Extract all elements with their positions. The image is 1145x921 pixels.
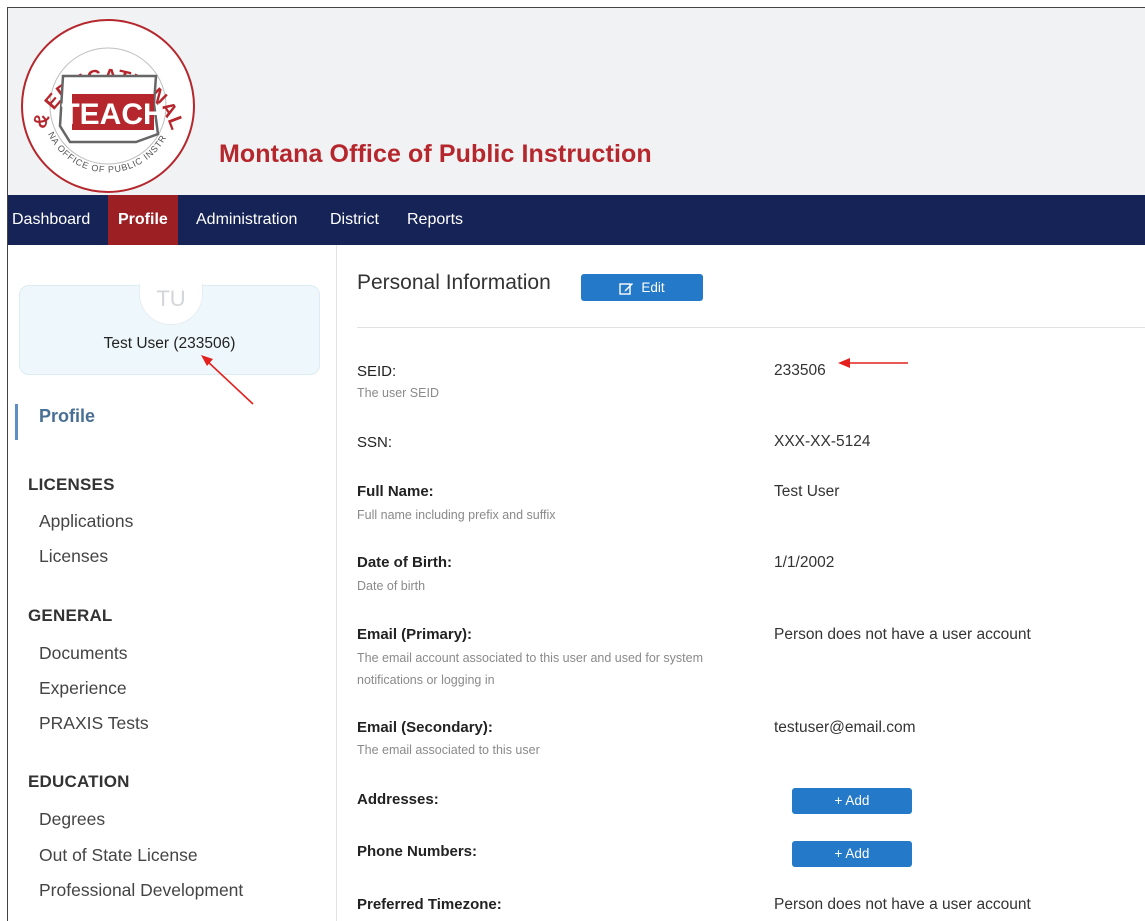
- dob-help: Date of birth: [357, 579, 426, 593]
- main-content: Personal Information Edit SEID: The user…: [337, 245, 1145, 921]
- nav-district[interactable]: District: [330, 195, 379, 245]
- seid-label: SEID:: [357, 363, 397, 380]
- sidebar-item-professional-development[interactable]: Professional Development: [39, 880, 243, 901]
- sidebar-item-experience[interactable]: Experience: [39, 678, 127, 699]
- ssn-value: XXX-XX-5124: [774, 433, 871, 450]
- user-card: TU Test User (233506): [19, 284, 320, 375]
- email-primary-label: Email (Primary):: [357, 626, 473, 643]
- email-secondary-label: Email (Secondary):: [357, 719, 493, 736]
- edit-button[interactable]: Edit: [581, 274, 703, 301]
- sidebar-item-profile[interactable]: Profile: [39, 406, 95, 427]
- active-indicator: [15, 404, 18, 440]
- site-header: TEACHER & EDUCATIONAL LEADERS MONTANA OF…: [8, 8, 1145, 195]
- nav-administration[interactable]: Administration: [196, 195, 297, 245]
- ssn-label: SSN:: [357, 434, 393, 451]
- edit-button-label: Edit: [641, 280, 665, 295]
- add-phone-button[interactable]: + Add: [792, 841, 912, 867]
- section-general: GENERAL: [28, 606, 113, 625]
- sidebar: TU Test User (233506) Profile LICENSES A…: [8, 245, 337, 921]
- nav-reports[interactable]: Reports: [407, 195, 463, 245]
- add-address-button[interactable]: + Add: [792, 788, 912, 814]
- sidebar-item-praxis-tests[interactable]: PRAXIS Tests: [39, 713, 149, 734]
- sidebar-item-degrees[interactable]: Degrees: [39, 809, 105, 830]
- timezone-value: Person does not have a user account: [774, 896, 1031, 913]
- email-secondary-help: The email associated to this user: [357, 743, 540, 757]
- sidebar-item-out-of-state-license[interactable]: Out of State License: [39, 845, 198, 866]
- section-divider: [357, 327, 1145, 328]
- seid-help: The user SEID: [357, 386, 439, 400]
- section-licenses: LICENSES: [28, 475, 115, 494]
- avatar: TU: [139, 284, 203, 325]
- page-title: Personal Information: [357, 271, 551, 294]
- email-primary-value: Person does not have a user account: [774, 626, 1031, 643]
- email-primary-help: The email account associated to this use…: [357, 651, 704, 687]
- dob-value: 1/1/2002: [774, 554, 835, 571]
- addresses-label: Addresses:: [357, 791, 439, 808]
- nav-dashboard[interactable]: Dashboard: [12, 195, 90, 245]
- main-nav: Dashboard Profile Administration Distric…: [8, 195, 1145, 245]
- phone-numbers-label: Phone Numbers:: [357, 843, 478, 860]
- sidebar-item-documents[interactable]: Documents: [39, 643, 128, 664]
- timezone-label: Preferred Timezone:: [357, 896, 502, 913]
- full-name-value: Test User: [774, 483, 840, 500]
- edit-icon: [619, 282, 634, 295]
- dob-label: Date of Birth:: [357, 554, 452, 571]
- full-name-help: Full name including prefix and suffix: [357, 508, 556, 522]
- seid-value: 233506: [774, 362, 826, 379]
- email-secondary-value: testuser@email.com: [774, 719, 916, 736]
- org-title: Montana Office of Public Instruction: [219, 140, 652, 168]
- user-name: Test User (233506): [103, 335, 236, 352]
- teach-logo[interactable]: TEACHER & EDUCATIONAL LEADERS MONTANA OF…: [18, 14, 198, 194]
- app-window: TEACHER & EDUCATIONAL LEADERS MONTANA OF…: [7, 7, 1145, 921]
- section-education: EDUCATION: [28, 772, 130, 791]
- nav-profile[interactable]: Profile: [108, 195, 178, 245]
- svg-text:TEACH: TEACH: [61, 98, 164, 131]
- sidebar-item-applications[interactable]: Applications: [39, 511, 133, 532]
- full-name-label: Full Name:: [357, 483, 434, 500]
- sidebar-item-licenses[interactable]: Licenses: [39, 546, 108, 567]
